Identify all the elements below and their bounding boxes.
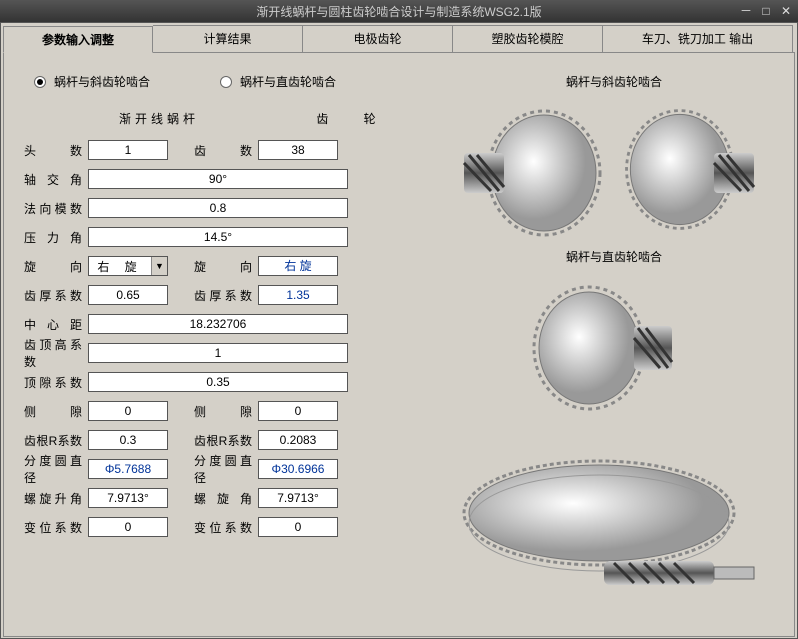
illustration-spur [454, 273, 764, 423]
input-helix-angle[interactable]: 7.9713° [258, 488, 338, 508]
input-backlash[interactable]: 0 [88, 401, 168, 421]
window-title: 渐开线蜗杆与圆柱齿轮啮合设计与制造系统WSG2.1版 [256, 3, 541, 20]
select-rotation-text: 右 旋 [89, 258, 151, 275]
label-shift-coef2: 变位系数 [194, 519, 258, 536]
label-thick-coef2: 齿厚系数 [194, 287, 258, 304]
input-clearance[interactable]: 0.35 [88, 372, 348, 392]
label-clearance: 顶隙系数 [24, 374, 88, 391]
radio-spur[interactable]: 蜗杆与直齿轮啮合 [220, 73, 336, 90]
input-root-r[interactable]: 0.3 [88, 430, 168, 450]
tab-params[interactable]: 参数输入调整 [3, 26, 153, 53]
close-button[interactable]: ✕ [778, 4, 794, 18]
label-rotation: 旋 向 [24, 258, 88, 275]
label-center-dist: 中心距 [24, 316, 88, 333]
column-worm: 渐开线蜗杆 [94, 110, 224, 127]
label-backlash2: 侧 隙 [194, 403, 258, 420]
radio-helical-label: 蜗杆与斜齿轮啮合 [54, 73, 150, 90]
input-shift-coef2[interactable]: 0 [258, 517, 338, 537]
input-root-r2[interactable]: 0.2083 [258, 430, 338, 450]
column-gear: 齿 轮 [304, 110, 404, 127]
label-root-r2: 齿根R系数 [194, 432, 258, 449]
label-pitch-dia: 分度圆直径 [24, 452, 88, 486]
input-shift-coef[interactable]: 0 [88, 517, 168, 537]
label-helix-angle: 螺旋角 [194, 490, 258, 507]
caption-spur: 蜗杆与直齿轮啮合 [454, 248, 774, 265]
radio-spur-label: 蜗杆与直齿轮啮合 [240, 73, 336, 90]
label-rotation-gear: 旋 向 [194, 258, 258, 275]
input-thick-coef[interactable]: 0.65 [88, 285, 168, 305]
label-root-r: 齿根R系数 [24, 432, 88, 449]
label-normal-module: 法向模数 [24, 200, 88, 217]
input-thick-coef2[interactable]: 1.35 [258, 285, 338, 305]
radio-empty-icon [220, 76, 232, 88]
label-shaft-angle: 轴交角 [24, 171, 88, 188]
input-shaft-angle[interactable]: 90° [88, 169, 348, 189]
label-pitch-dia2: 分度圆直径 [194, 452, 258, 486]
input-pitch-dia[interactable]: Φ5.7688 [88, 459, 168, 479]
input-center-dist[interactable]: 18.232706 [88, 314, 348, 334]
input-lead-angle[interactable]: 7.9713° [88, 488, 168, 508]
input-teeth[interactable]: 38 [258, 140, 338, 160]
input-addendum[interactable]: 1 [88, 343, 348, 363]
input-rotation-gear[interactable]: 右 旋 [258, 256, 338, 276]
tab-results[interactable]: 计算结果 [153, 25, 303, 52]
label-addendum: 齿顶高系数 [24, 336, 88, 370]
label-lead-angle: 螺旋升角 [24, 490, 88, 507]
tab-bar: 参数输入调整 计算结果 电极齿轮 塑胶齿轮模腔 车刀、铣刀加工 输出 [3, 25, 795, 52]
chevron-down-icon: ▼ [151, 257, 167, 275]
tab-mold[interactable]: 塑胶齿轮模腔 [453, 25, 603, 52]
title-bar: 渐开线蜗杆与圆柱齿轮啮合设计与制造系统WSG2.1版 － □ ✕ [0, 0, 798, 22]
radio-dot-icon [34, 76, 46, 88]
minimize-button[interactable]: － [738, 4, 754, 18]
radio-helical[interactable]: 蜗杆与斜齿轮啮合 [34, 73, 150, 90]
input-heads[interactable]: 1 [88, 140, 168, 160]
input-pressure-angle[interactable]: 14.5° [88, 227, 348, 247]
input-pitch-dia2[interactable]: Φ30.6966 [258, 459, 338, 479]
illustration-flat-gear [454, 443, 764, 603]
caption-helical: 蜗杆与斜齿轮啮合 [454, 73, 774, 90]
input-backlash2[interactable]: 0 [258, 401, 338, 421]
input-normal-module[interactable]: 0.8 [88, 198, 348, 218]
tab-electrode[interactable]: 电极齿轮 [303, 25, 453, 52]
label-pressure-angle: 压力角 [24, 229, 88, 246]
tab-output[interactable]: 车刀、铣刀加工 输出 [603, 25, 793, 52]
label-teeth: 齿 数 [194, 142, 258, 159]
label-shift-coef: 变位系数 [24, 519, 88, 536]
maximize-button[interactable]: □ [758, 4, 774, 18]
illustration-helical [454, 98, 764, 248]
label-heads: 头 数 [24, 142, 88, 159]
select-rotation[interactable]: 右 旋 ▼ [88, 256, 168, 276]
label-thick-coef: 齿厚系数 [24, 287, 88, 304]
label-backlash: 侧 隙 [24, 403, 88, 420]
